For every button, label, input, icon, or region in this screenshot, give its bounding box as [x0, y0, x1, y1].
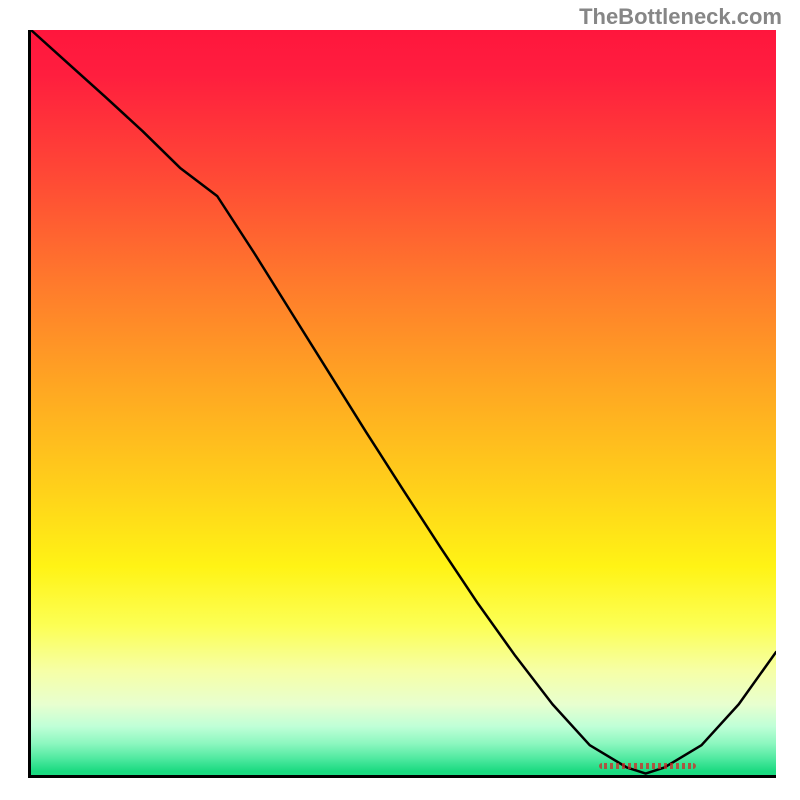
watermark-text: TheBottleneck.com [579, 4, 782, 30]
chart-background [31, 30, 776, 775]
chart-plot-area [28, 30, 776, 778]
chart-svg [31, 30, 776, 775]
optimal-range-marker [597, 761, 698, 771]
